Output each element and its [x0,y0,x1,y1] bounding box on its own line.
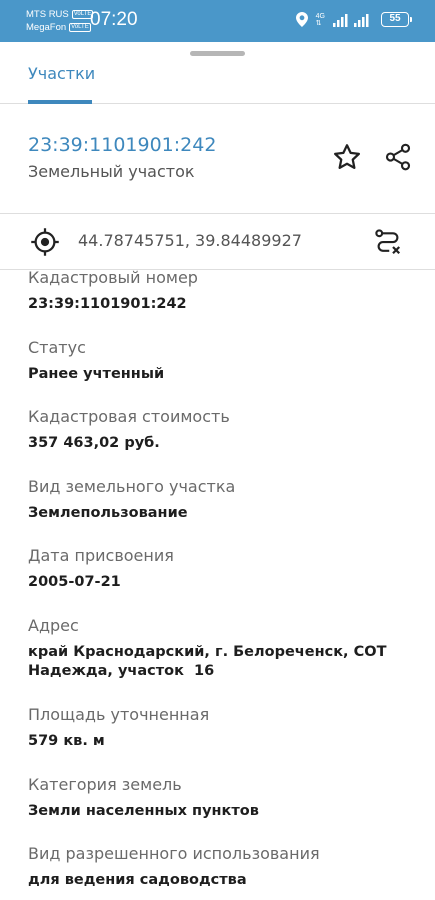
network-type: 4G ⇅ [316,13,325,27]
share-icon [385,143,411,171]
star-icon [334,144,360,169]
field-land-category: Категория земель Земли населенных пункто… [28,773,418,843]
share-button[interactable] [381,140,415,174]
tab-parcels[interactable]: Участки [28,64,95,83]
carrier-2: MegaFon [26,22,67,33]
field-value: Земли населенных пунктов [28,802,259,819]
crosshair-icon [31,228,59,256]
route-button[interactable] [371,225,405,259]
field-cadastral-value: Кадастровая стоимость 357 463,02 руб. [28,405,418,475]
field-status: Статус Ранее учтенный [28,336,418,406]
route-icon [375,229,401,255]
network-arrows: ⇅ [315,19,322,27]
field-assignment-date: Дата присвоения 2005-07-21 [28,544,418,614]
field-value: край Краснодарский, г. Белореченск, СОТ … [28,643,392,679]
field-label: Вид земельного участка [28,476,236,496]
status-bar: MTS RUS VoLTE MegaFon VoLTE 07:20 4G ⇅ 5… [0,0,435,42]
field-label: Статус [28,337,86,357]
field-label: Адрес [28,615,79,635]
field-label: Категория земель [28,774,182,794]
field-area: Площадь уточненная 579 кв. м [28,703,418,773]
carrier-info: MTS RUS VoLTE MegaFon VoLTE [26,8,94,34]
locate-button[interactable] [28,225,62,259]
field-permitted-use: Вид разрешенного использования для веден… [28,842,418,900]
field-value: 357 463,02 руб. [28,435,160,452]
field-cadastral-number: Кадастровый номер 23:39:1101901:242 [28,266,418,336]
coordinates-bar: 44.78745751, 39.84489927 [0,214,435,270]
signal-icon [333,13,369,27]
clock: 07:20 [90,9,138,30]
parcel-header: 23:39:1101901:242 Земельный участок [0,104,435,214]
field-label: Кадастровый номер [28,268,198,287]
system-icons: 4G ⇅ 55 [295,12,412,27]
field-value: для ведения садоводства [28,872,247,889]
field-label: Кадастровая стоимость [28,407,230,427]
volte-badge-2: VoLTE [69,23,91,32]
coordinates-text[interactable]: 44.78745751, 39.84489927 [78,231,302,250]
parcel-number: 23:39:1101901:242 [28,134,217,156]
field-value: 23:39:1101901:242 [28,296,187,312]
field-label: Вид разрешенного использования [28,844,320,864]
favorite-button[interactable] [330,140,364,174]
battery-icon: 55 [381,12,412,27]
network-label: 4G [315,12,325,20]
field-parcel-kind: Вид земельного участка Землепользование [28,475,418,545]
field-address: Адрес край Краснодарский, г. Белореченск… [28,614,418,703]
carrier-1: MTS RUS [26,9,69,20]
parcel-details: Кадастровый номер 23:39:1101901:242 Стат… [28,266,418,900]
field-value: 579 кв. м [28,732,105,749]
field-value: 2005-07-21 [28,574,121,591]
field-label: Площадь уточненная [28,704,210,724]
parcel-type: Земельный участок [28,162,195,181]
location-icon [295,12,308,27]
field-label: Дата присвоения [28,546,174,566]
tab-bar: Участки [0,56,435,104]
field-value: Ранее учтенный [28,365,165,382]
field-value: Землепользование [28,504,188,521]
